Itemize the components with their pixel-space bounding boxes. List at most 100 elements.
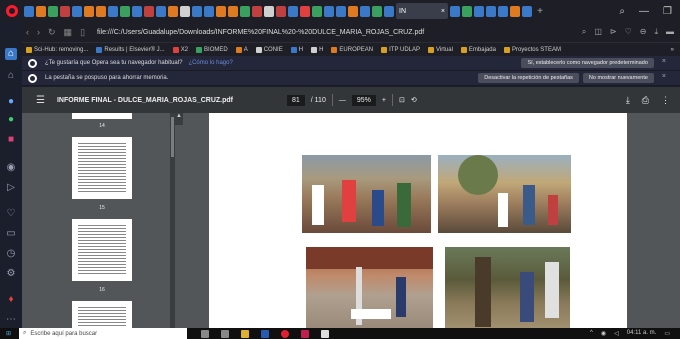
- tab-icon[interactable]: [384, 5, 394, 17]
- extension-icon[interactable]: ♦: [5, 294, 17, 306]
- tab-icon[interactable]: [498, 5, 508, 17]
- tab-icon[interactable]: [60, 5, 70, 17]
- tab-icon[interactable]: [312, 5, 322, 17]
- tab-icon[interactable]: [96, 5, 106, 17]
- tab-icon[interactable]: [84, 5, 94, 17]
- minimize-icon[interactable]: —: [639, 6, 649, 17]
- instagram-icon[interactable]: ■: [5, 134, 17, 146]
- download-icon[interactable]: ⤓: [626, 95, 630, 106]
- download-icon[interactable]: ⤓: [654, 27, 658, 37]
- store-icon[interactable]: [221, 329, 230, 338]
- tab-icon[interactable]: [144, 5, 154, 17]
- task-view-icon[interactable]: [201, 329, 210, 338]
- tab-icon[interactable]: [36, 5, 46, 17]
- disable-tab-snooze-button[interactable]: Desactivar la repetición de pestañas: [478, 73, 579, 83]
- reload-icon[interactable]: ↻: [48, 27, 56, 38]
- bookmark-item[interactable]: CONIE: [255, 46, 283, 53]
- search-page-icon[interactable]: ⌕: [582, 27, 586, 37]
- easy-setup-icon[interactable]: ⊖: [640, 27, 647, 37]
- opera-gx-icon[interactable]: [301, 329, 310, 338]
- tab-icon[interactable]: [510, 5, 520, 17]
- tab-icon[interactable]: [486, 5, 496, 17]
- bookmark-item[interactable]: Sci-Hub: removing...: [26, 46, 88, 53]
- speed-dial-icon[interactable]: ⌂: [5, 48, 17, 60]
- tray-arrow-icon[interactable]: ^: [590, 330, 593, 337]
- close-icon[interactable]: ×: [662, 73, 666, 83]
- search-tabs-icon[interactable]: ⌕: [619, 6, 625, 17]
- bookmark-item[interactable]: Proyectos STEAM: [503, 46, 561, 53]
- tab-icon[interactable]: [156, 5, 166, 17]
- bookmark-item[interactable]: ITP UDLAP: [381, 46, 420, 53]
- bookmark-item[interactable]: A: [235, 46, 248, 53]
- rotate-icon[interactable]: ⟲: [411, 96, 417, 104]
- bookmark-item[interactable]: Results | Elsevier® J...: [96, 46, 165, 53]
- clock-time[interactable]: 04:11 a. m.: [627, 330, 657, 337]
- bookmark-item[interactable]: X2: [172, 46, 188, 53]
- more-options-icon[interactable]: ⋮: [661, 95, 670, 106]
- tab-icon[interactable]: [216, 5, 226, 17]
- set-default-browser-button[interactable]: Sí, establecerlo como navegador predeter…: [521, 58, 654, 68]
- word-icon[interactable]: [261, 329, 270, 338]
- tab-icon[interactable]: [360, 5, 370, 17]
- notification-center-icon[interactable]: ▭: [664, 330, 670, 337]
- taskbar-search-input[interactable]: ⌕ Escribe aquí para buscar: [19, 328, 188, 339]
- page-number-input[interactable]: 81: [287, 94, 305, 106]
- tabs-grid-icon[interactable]: ▦: [64, 27, 73, 38]
- fit-page-icon[interactable]: ⊡: [399, 96, 405, 104]
- tab-icon[interactable]: [276, 5, 286, 17]
- more-options-icon[interactable]: ⋯: [5, 314, 17, 326]
- heart-icon[interactable]: ♡: [625, 27, 632, 37]
- tab-icon[interactable]: [48, 5, 58, 17]
- snapshot-icon[interactable]: ◫: [594, 27, 602, 37]
- send-icon[interactable]: ⊳: [610, 27, 617, 37]
- home-icon[interactable]: ⌂: [5, 70, 17, 82]
- bookmark-item[interactable]: H: [311, 46, 323, 53]
- tab-icon[interactable]: [288, 5, 298, 17]
- tab-icon[interactable]: [204, 5, 214, 17]
- tab-icon[interactable]: [474, 5, 484, 17]
- zoom-out-button[interactable]: —: [339, 97, 346, 104]
- file-icon[interactable]: [321, 329, 330, 338]
- close-tab-icon[interactable]: ×: [441, 8, 445, 15]
- bookmark-item[interactable]: Virtual: [428, 46, 453, 53]
- tab-icon[interactable]: [228, 5, 238, 17]
- tab-icon[interactable]: [450, 5, 460, 17]
- page-thumbnail[interactable]: [72, 113, 132, 119]
- back-icon[interactable]: ‹: [26, 27, 29, 37]
- tab-icon[interactable]: [300, 5, 310, 17]
- tab-icon[interactable]: [252, 5, 262, 17]
- dont-show-again-button[interactable]: No mostrar nuevamente: [582, 73, 654, 83]
- pinboard-icon[interactable]: ▭: [5, 228, 17, 240]
- opera-icon[interactable]: [281, 329, 290, 338]
- network-icon[interactable]: ◉: [601, 330, 606, 337]
- tab-active[interactable]: IN ×: [396, 3, 448, 19]
- tab-icon[interactable]: [120, 5, 130, 17]
- tab-icon[interactable]: [192, 5, 202, 17]
- page-thumbnail[interactable]: [72, 301, 132, 328]
- new-tab-button[interactable]: +: [534, 6, 546, 17]
- bookmark-item[interactable]: BIOMED: [196, 46, 228, 53]
- how-to-link[interactable]: ¿Cómo lo hago?: [188, 60, 232, 66]
- file-explorer-icon[interactable]: [241, 329, 250, 338]
- forward-icon[interactable]: ›: [37, 27, 40, 37]
- tab-icon[interactable]: [240, 5, 250, 17]
- tab-icon[interactable]: [522, 5, 532, 17]
- tab-icon[interactable]: [24, 5, 34, 17]
- flow-icon[interactable]: ▷: [5, 182, 17, 194]
- whatsapp-icon[interactable]: ●: [5, 114, 17, 126]
- page-thumbnail[interactable]: [72, 137, 132, 199]
- opera-logo-icon[interactable]: [6, 5, 18, 17]
- tab-icon[interactable]: [168, 5, 178, 17]
- bookmarks-icon[interactable]: ♡: [5, 208, 17, 220]
- tab-icon[interactable]: [462, 5, 472, 17]
- thumbnail-scroll-thumb[interactable]: [171, 117, 174, 157]
- page-thumbnail[interactable]: [72, 219, 132, 281]
- player-icon[interactable]: ◉: [5, 162, 17, 174]
- bookmark-item[interactable]: H: [290, 46, 303, 53]
- tab-icon[interactable]: [264, 5, 274, 17]
- print-icon[interactable]: ⎙: [642, 95, 649, 106]
- close-icon[interactable]: ×: [662, 58, 666, 68]
- menu-icon[interactable]: ☰: [36, 95, 45, 106]
- zoom-in-button[interactable]: +: [382, 97, 386, 104]
- tab-icon[interactable]: [108, 5, 118, 17]
